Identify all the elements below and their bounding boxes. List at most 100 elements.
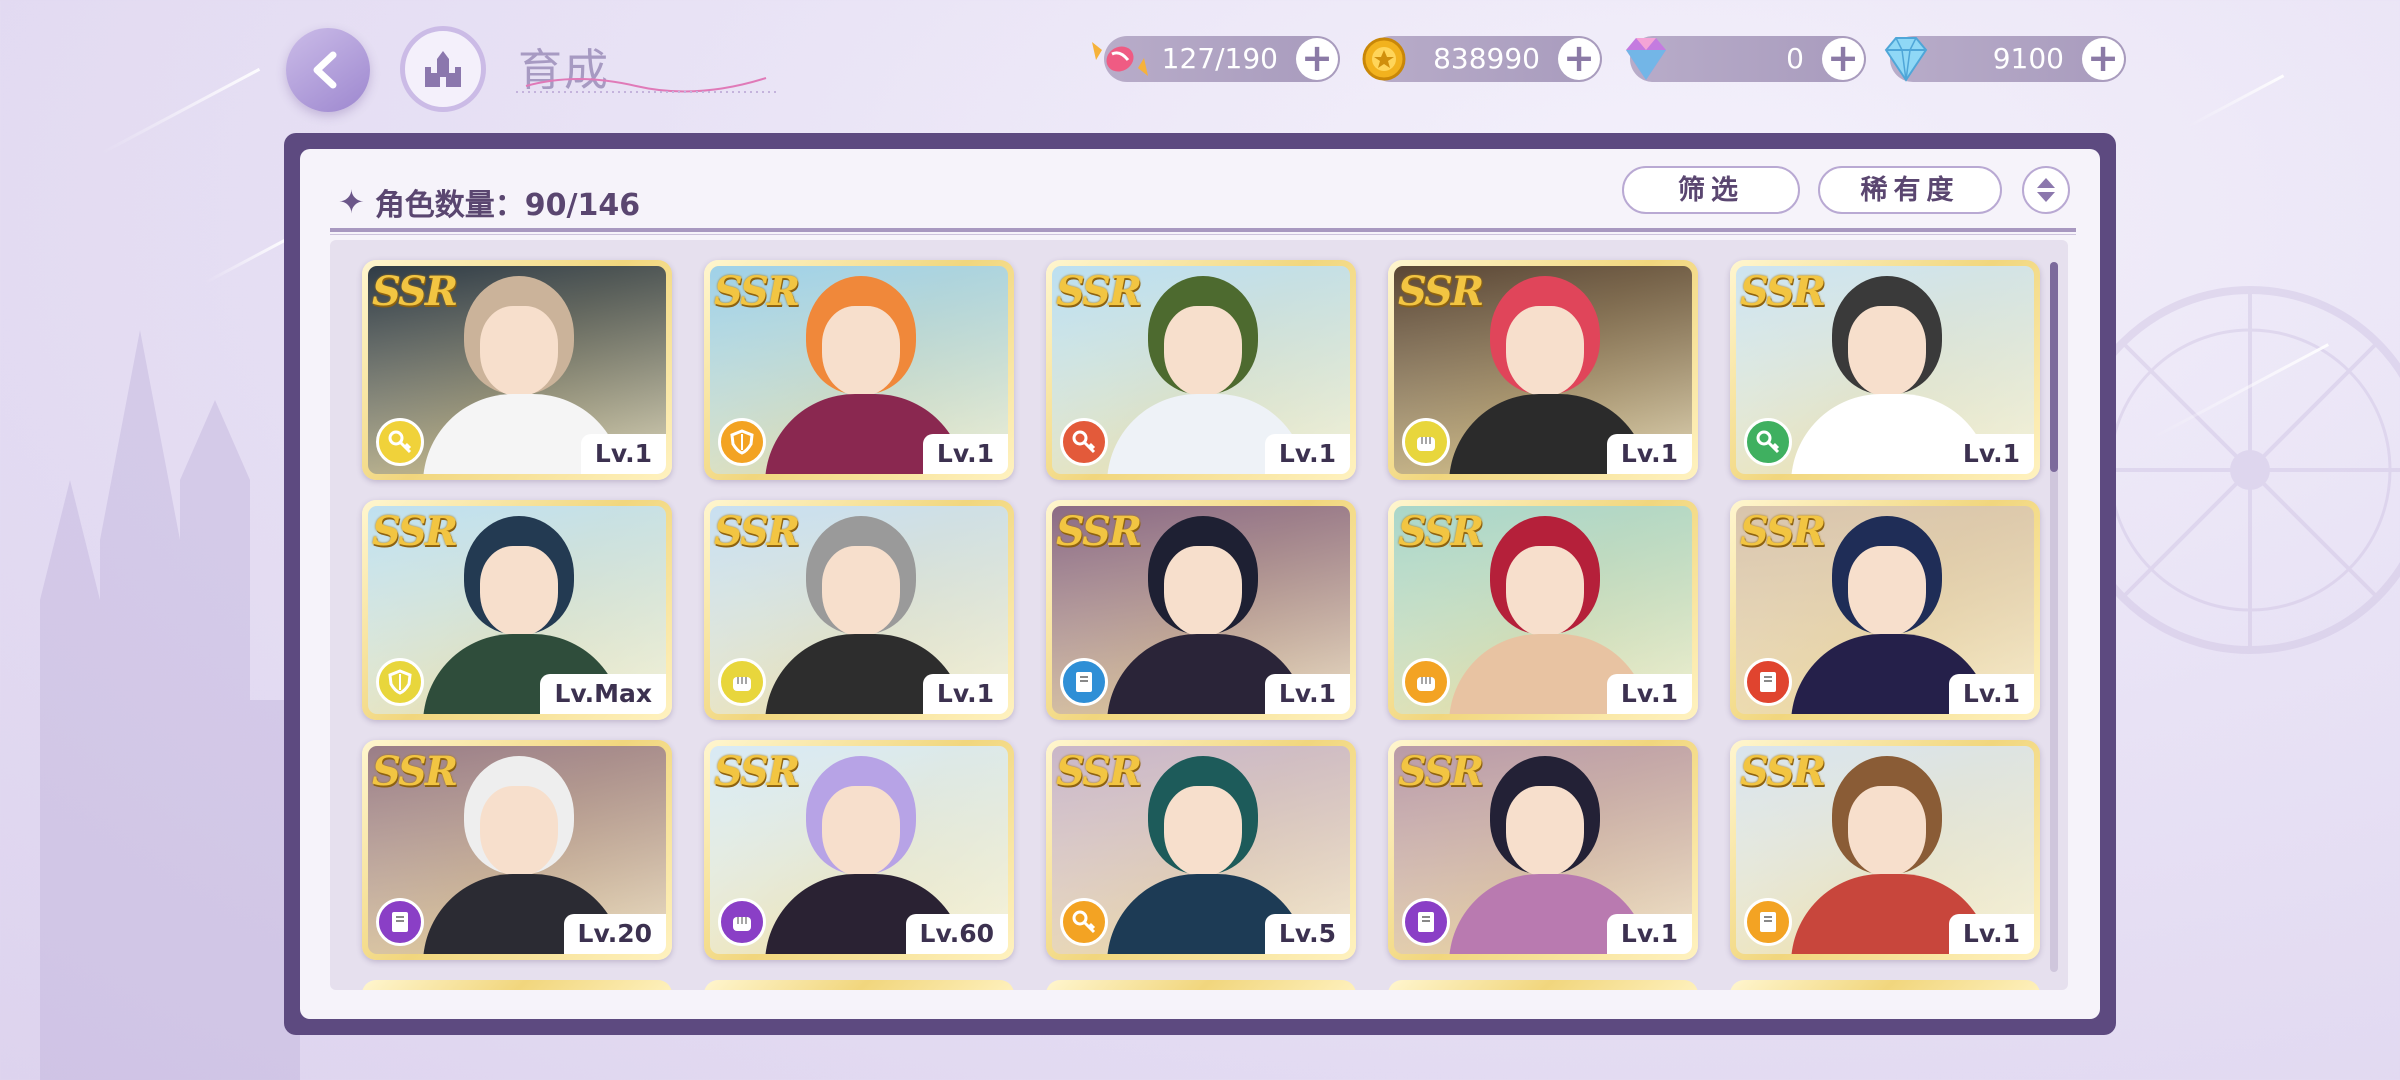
key-icon <box>1755 429 1781 455</box>
level-label: Lv.1 <box>580 434 666 474</box>
role-badge <box>1402 898 1450 946</box>
back-arrow-icon <box>313 51 337 89</box>
character-card[interactable]: SSR Lv.1 <box>1730 500 2040 720</box>
character-card[interactable]: SSR Lv.1 <box>1046 500 1356 720</box>
level-label: Lv.1 <box>1948 674 2034 714</box>
resource-rainbow-gem: 0 + <box>1626 36 1866 82</box>
character-card-partial[interactable] <box>1388 980 1698 990</box>
sort-ascending-icon <box>2037 178 2055 188</box>
home-button[interactable] <box>400 26 486 112</box>
sort-order-toggle[interactable] <box>2022 166 2070 214</box>
character-face <box>1164 306 1242 396</box>
filter-button[interactable]: 筛选 <box>1622 166 1800 214</box>
character-portrait: SSR Lv.1 <box>368 266 666 474</box>
role-badge <box>376 658 424 706</box>
character-face <box>822 546 900 636</box>
fist-icon <box>729 669 755 695</box>
scrollbar-thumb[interactable] <box>2050 262 2058 472</box>
character-grid[interactable]: SSR Lv.1 SSR Lv.1 SSR Lv.1 SSR Lv.1 SSR Lv.1 SSR Lv… <box>330 240 2068 990</box>
character-portrait: SSR Lv.1 <box>1394 506 1692 714</box>
character-card[interactable]: SSR Lv.1 <box>1388 500 1698 720</box>
level-label: Lv.60 <box>905 914 1008 954</box>
character-card[interactable]: SSR Lv.5 <box>1046 740 1356 960</box>
character-face <box>1848 546 1926 636</box>
role-badge <box>1060 418 1108 466</box>
level-label: Lv.1 <box>1948 434 2034 474</box>
title-underline-decoration <box>516 77 776 93</box>
add-rainbow-gem-button[interactable]: + <box>1822 38 1864 80</box>
rarity-badge: SSR <box>1740 508 1826 555</box>
rarity-badge: SSR <box>1398 268 1484 315</box>
character-card-partial[interactable] <box>1730 980 2040 990</box>
resource-candy-value: 127/190 <box>1161 42 1278 75</box>
sort-descending-icon <box>2037 192 2055 202</box>
character-card[interactable]: SSR Lv.1 <box>1388 260 1698 480</box>
book-icon <box>387 909 413 935</box>
character-face <box>1164 546 1242 636</box>
character-face <box>480 546 558 636</box>
character-face <box>1506 546 1584 636</box>
back-button[interactable] <box>286 28 370 112</box>
add-diamond-button[interactable]: + <box>2082 38 2124 80</box>
role-badge <box>1060 898 1108 946</box>
character-card[interactable]: SSR Lv.1 <box>1730 740 2040 960</box>
resource-candy: 127/190 + <box>1092 36 1340 82</box>
character-card[interactable]: SSR Lv.Max <box>362 500 672 720</box>
character-card[interactable]: SSR Lv.60 <box>704 740 1014 960</box>
sparkle-icon: ✦ <box>338 183 365 221</box>
candy-icon <box>1092 42 1148 76</box>
add-candy-button[interactable]: + <box>1296 38 1338 80</box>
level-label: Lv.1 <box>922 434 1008 474</box>
character-card-partial[interactable] <box>1046 980 1356 990</box>
level-label: Lv.1 <box>922 674 1008 714</box>
rarity-badge: SSR <box>1056 748 1142 795</box>
role-badge <box>718 898 766 946</box>
character-card-partial[interactable] <box>704 980 1014 990</box>
fist-icon <box>1413 429 1439 455</box>
character-card[interactable]: SSR Lv.1 <box>362 260 672 480</box>
character-card[interactable]: SSR Lv.1 <box>1388 740 1698 960</box>
character-portrait: SSR Lv.60 <box>710 746 1008 954</box>
fist-icon <box>729 909 755 935</box>
role-badge <box>718 658 766 706</box>
role-badge <box>1744 898 1792 946</box>
diamond-icon <box>1884 37 1928 82</box>
add-gold-button[interactable]: + <box>1558 38 1600 80</box>
level-label: Lv.20 <box>563 914 666 954</box>
shield-icon <box>387 669 413 695</box>
role-badge <box>1402 658 1450 706</box>
level-label: Lv.1 <box>1606 674 1692 714</box>
character-face <box>1506 306 1584 396</box>
light-streak <box>2185 74 2285 129</box>
rarity-sort-button[interactable]: 稀有度 <box>1818 166 2002 214</box>
character-card[interactable]: SSR Lv.1 <box>1046 260 1356 480</box>
book-icon <box>1755 669 1781 695</box>
resource-rainbow-gem-value: 0 <box>1786 42 1804 75</box>
rarity-badge: SSR <box>714 268 800 315</box>
character-portrait: SSR Lv.1 <box>710 266 1008 474</box>
character-card[interactable]: SSR Lv.20 <box>362 740 672 960</box>
character-card[interactable]: SSR Lv.1 <box>704 500 1014 720</box>
character-portrait: SSR Lv.1 <box>710 506 1008 714</box>
key-icon <box>1071 429 1097 455</box>
character-portrait: SSR Lv.1 <box>1394 266 1692 474</box>
character-face <box>822 306 900 396</box>
character-face <box>1848 786 1926 876</box>
level-label: Lv.1 <box>1606 434 1692 474</box>
character-card[interactable]: SSR Lv.1 <box>704 260 1014 480</box>
character-portrait: SSR Lv.1 <box>1394 746 1692 954</box>
level-label: Lv.1 <box>1948 914 2034 954</box>
resource-gold-value: 838990 <box>1433 42 1540 75</box>
book-icon <box>1071 669 1097 695</box>
character-face <box>822 786 900 876</box>
character-portrait: SSR Lv.5 <box>1052 746 1350 954</box>
book-icon <box>1755 909 1781 935</box>
level-label: Lv.1 <box>1606 914 1692 954</box>
character-card-partial[interactable] <box>362 980 672 990</box>
level-label: Lv.1 <box>1264 674 1350 714</box>
role-badge <box>718 418 766 466</box>
header-divider-thin <box>330 234 2076 235</box>
role-badge <box>1744 658 1792 706</box>
rarity-badge: SSR <box>372 268 458 315</box>
character-card[interactable]: SSR Lv.1 <box>1730 260 2040 480</box>
